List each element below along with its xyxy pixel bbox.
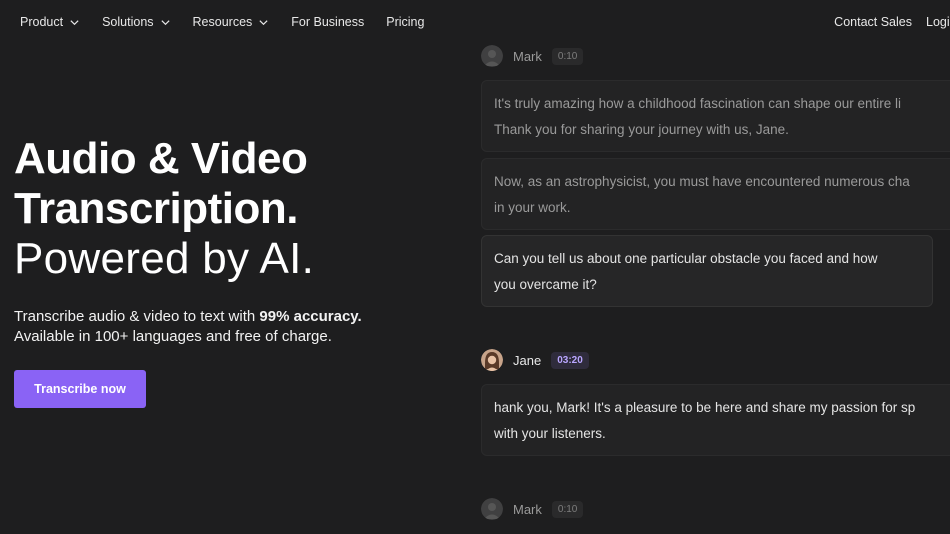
transcript-line: hank you, Mark! It's a pleasure to be he… bbox=[494, 400, 916, 415]
speaker-name: Jane bbox=[513, 352, 542, 368]
contact-sales-link[interactable]: Contact Sales bbox=[834, 15, 912, 29]
speaker-name: Mark bbox=[513, 48, 542, 64]
nav-product[interactable]: Product bbox=[20, 15, 80, 29]
transcript-line: in your work. bbox=[494, 200, 571, 215]
nav-resources[interactable]: Resources bbox=[193, 15, 270, 29]
timestamp-badge[interactable]: 03:20 bbox=[551, 351, 589, 369]
speaker-header: Jane 03:20 bbox=[481, 349, 589, 371]
transcript-bubble[interactable]: Now, as an astrophysicist, you must have… bbox=[481, 158, 950, 230]
transcript-line: with your listeners. bbox=[494, 426, 606, 441]
nav-pricing[interactable]: Pricing bbox=[386, 15, 424, 29]
transcript-bubble[interactable]: It's truly amazing how a childhood fasci… bbox=[481, 80, 950, 152]
nav-for-business[interactable]: For Business bbox=[291, 15, 364, 29]
hero-subtitle-accuracy: 99% accuracy. bbox=[259, 308, 362, 325]
top-navigation: Product Solutions Resources For Business… bbox=[0, 0, 950, 46]
hero-section: Audio & Video Transcription. Powered by … bbox=[14, 134, 454, 346]
transcript-line: It's truly amazing how a childhood fasci… bbox=[494, 96, 902, 111]
speaker-name: Mark bbox=[513, 501, 542, 517]
chevron-down-icon bbox=[160, 19, 170, 25]
timestamp-badge[interactable]: 0:10 bbox=[551, 500, 584, 518]
hero-subtitle-prefix: Transcribe audio & video to text with bbox=[14, 308, 260, 325]
transcript-line: Thank you for sharing your journey with … bbox=[494, 122, 789, 137]
login-link[interactable]: Login bbox=[926, 15, 950, 29]
nav-solutions[interactable]: Solutions bbox=[102, 15, 170, 29]
avatar bbox=[481, 498, 503, 520]
hero-subtitle: Transcribe audio & video to text with 99… bbox=[14, 307, 454, 346]
speaker-header: Mark 0:10 bbox=[481, 45, 584, 67]
nav-solutions-label: Solutions bbox=[102, 15, 154, 29]
hero-subtitle-languages: Available in 100+ languages and free of … bbox=[14, 327, 332, 345]
nav-resources-label: Resources bbox=[192, 15, 253, 29]
transcribe-now-button[interactable]: Transcribe now bbox=[14, 370, 146, 408]
avatar bbox=[481, 45, 503, 67]
speaker-header: Mark 0:10 bbox=[481, 498, 584, 520]
chevron-down-icon bbox=[259, 19, 268, 25]
transcript-line: Now, as an astrophysicist, you must have… bbox=[494, 174, 910, 189]
avatar bbox=[481, 349, 503, 371]
hero-title-line3: Powered by AI. bbox=[14, 234, 315, 283]
nav-menu: Product Solutions Resources For Business… bbox=[20, 15, 424, 29]
nav-product-label: Product bbox=[20, 15, 64, 29]
transcript-bubble[interactable]: hank you, Mark! It's a pleasure to be he… bbox=[481, 384, 950, 456]
nav-pricing-label: Pricing bbox=[386, 15, 425, 29]
transcript-bubble[interactable]: Can you tell us about one particular obs… bbox=[481, 235, 933, 307]
nav-actions: Contact Sales Login bbox=[834, 15, 950, 29]
transcript-line: Can you tell us about one particular obs… bbox=[494, 251, 878, 266]
transcript-line: you overcame it? bbox=[494, 277, 597, 292]
hero-title-line2: Transcription. bbox=[14, 184, 298, 233]
hero-title-line1: Audio & Video bbox=[14, 134, 308, 183]
chevron-down-icon bbox=[70, 19, 79, 25]
timestamp-badge[interactable]: 0:10 bbox=[551, 47, 584, 65]
nav-for-business-label: For Business bbox=[291, 15, 365, 29]
